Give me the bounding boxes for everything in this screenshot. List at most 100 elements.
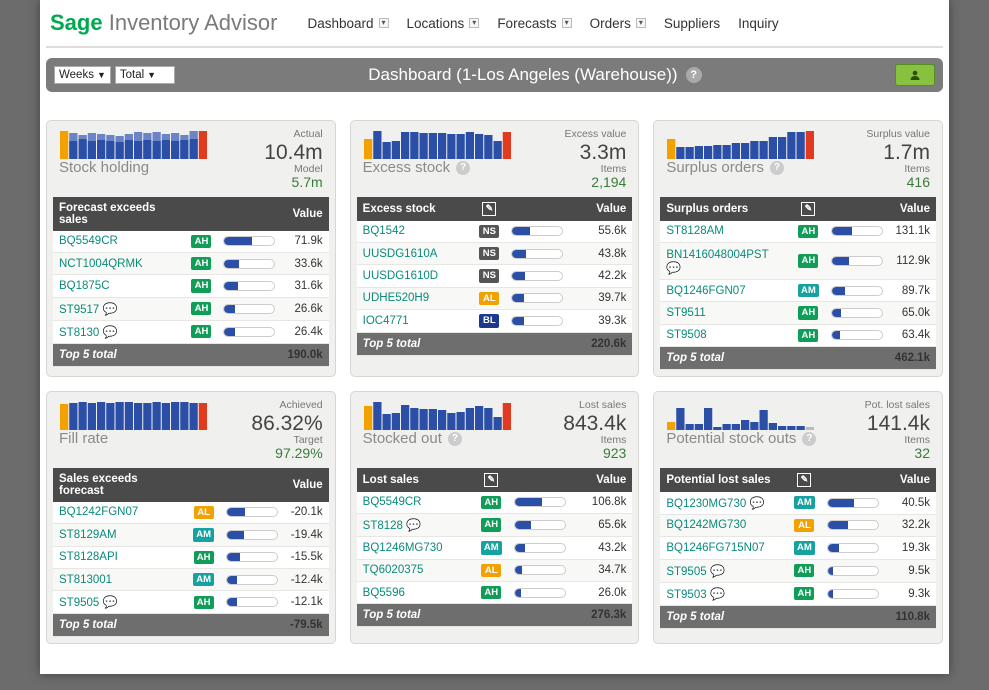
table-row[interactable]: BQ1542NS55.6k <box>357 221 633 243</box>
table-row[interactable]: ST8129AMAM-19.4k <box>53 524 329 546</box>
item-code-link[interactable]: UDHE520H9 <box>363 292 429 304</box>
item-code-link[interactable]: BQ1246FG715N07 <box>666 542 764 554</box>
chat-icon[interactable]: 💬 <box>403 518 421 532</box>
row-value: -15.5k <box>284 546 329 568</box>
card-table: Excess stock✎ValueBQ1542NS55.6kUUSDG1610… <box>357 197 633 356</box>
item-code-link[interactable]: IOC4771 <box>363 315 409 327</box>
nav-inquiry[interactable]: Inquiry <box>738 16 779 31</box>
item-code-link[interactable]: ST9517 <box>59 304 99 316</box>
table-row[interactable]: BQ5596AH26.0k <box>357 581 633 603</box>
help-icon[interactable]: ? <box>770 161 784 175</box>
table-header-value: Value <box>569 197 632 221</box>
table-row[interactable]: BQ1246FGN07AM89.7k <box>660 279 936 301</box>
item-code-link[interactable]: NCT1004QRMK <box>59 258 143 270</box>
period-select[interactable]: Weeks ▼ <box>54 66 111 84</box>
item-code-link[interactable]: UUSDG1610A <box>363 248 438 260</box>
table-row[interactable]: ST8128 💬AH65.6k <box>357 514 633 537</box>
item-code-link[interactable]: BN1416048004PST <box>666 249 768 261</box>
table-row[interactable]: UUSDG1610ANS43.8k <box>357 242 633 264</box>
item-code-link[interactable]: ST9505 <box>59 597 99 609</box>
item-code-link[interactable]: BQ1875C <box>59 280 110 292</box>
table-row[interactable]: ST8128AMAH131.1k <box>660 221 936 243</box>
table-row[interactable]: IOC4771BL39.3k <box>357 310 633 332</box>
item-code-link[interactable]: ST8128AM <box>666 225 724 237</box>
item-code-link[interactable]: BQ1246FGN07 <box>666 285 745 297</box>
item-code-link[interactable]: ST813001 <box>59 574 112 586</box>
scope-select[interactable]: Total ▼ <box>115 66 175 84</box>
help-icon[interactable]: ? <box>802 432 816 446</box>
chat-icon[interactable]: 💬 <box>746 496 764 510</box>
table-header-edit[interactable]: ✎ <box>792 197 825 221</box>
chat-icon[interactable]: 💬 <box>707 587 725 601</box>
table-row[interactable]: UDHE520H9AL39.7k <box>357 287 633 309</box>
value-bar <box>223 304 275 314</box>
nav-orders[interactable]: Orders▾ <box>590 16 646 31</box>
table-header-edit[interactable]: ✎ <box>473 197 505 221</box>
table-row[interactable]: BQ1230MG730 💬AM40.5k <box>660 492 936 515</box>
table-row[interactable]: BQ1246MG730AM43.2k <box>357 537 633 559</box>
table-row[interactable]: BQ1875CAH31.6k <box>53 275 329 297</box>
chat-icon[interactable]: 💬 <box>666 261 681 275</box>
topbar: Sage Inventory Advisor Dashboard▾Locatio… <box>46 0 943 48</box>
help-icon[interactable]: ? <box>456 161 470 175</box>
user-button[interactable] <box>895 64 935 86</box>
help-icon[interactable]: ? <box>448 432 462 446</box>
table-row[interactable]: ST9508AH63.4k <box>660 324 936 346</box>
card-metrics: Achieved86.32%Target97.29% <box>233 400 323 462</box>
table-row[interactable]: UUSDG1610DNS42.2k <box>357 265 633 287</box>
table-row[interactable]: ST9505 💬AH9.5k <box>660 559 936 582</box>
table-header-edit[interactable]: ✎ <box>475 468 508 492</box>
status-badge: AH <box>481 518 501 531</box>
nav-forecasts[interactable]: Forecasts▾ <box>497 16 571 31</box>
table-row[interactable]: ST9503 💬AH9.3k <box>660 582 936 605</box>
item-code-link[interactable]: ST8130 <box>59 327 99 339</box>
table-row[interactable]: ST9517 💬AH26.6k <box>53 297 329 320</box>
item-code-link[interactable]: BQ1230MG730 <box>666 498 746 510</box>
table-footer-label: Top 5 total <box>660 347 888 370</box>
chat-icon[interactable]: 💬 <box>99 302 117 316</box>
item-code-link[interactable]: ST9503 <box>666 589 706 601</box>
item-code-link[interactable]: BQ1542 <box>363 225 405 237</box>
item-code-link[interactable]: BQ1242FGN07 <box>59 506 138 518</box>
item-code-link[interactable]: BQ1242MG730 <box>666 519 746 531</box>
table-row[interactable]: ST8128APIAH-15.5k <box>53 546 329 568</box>
nav-item-label: Orders <box>590 16 631 31</box>
chat-icon[interactable]: 💬 <box>707 564 725 578</box>
table-row[interactable]: BN1416048004PST 💬AH112.9k <box>660 242 936 279</box>
table-footer-value: 462.1k <box>889 347 936 370</box>
table-row[interactable]: BQ1246FG715N07AM19.3k <box>660 537 936 559</box>
table-row[interactable]: NCT1004QRMKAH33.6k <box>53 252 329 274</box>
table-row[interactable]: ST9505 💬AH-12.1k <box>53 591 329 614</box>
item-code-link[interactable]: ST8128 <box>363 520 403 532</box>
table-row[interactable]: ST9511AH65.0k <box>660 302 936 324</box>
nav-suppliers[interactable]: Suppliers <box>664 16 720 31</box>
item-code-link[interactable]: ST8129AM <box>59 529 117 541</box>
item-code-link[interactable]: ST8128API <box>59 551 118 563</box>
item-code-link[interactable]: ST9511 <box>666 307 705 319</box>
table-row[interactable]: BQ5549CRAH71.9k <box>53 231 329 253</box>
nav-dashboard[interactable]: Dashboard▾ <box>307 16 388 31</box>
table-header-edit[interactable]: ✎ <box>788 468 821 492</box>
item-code-link[interactable]: BQ5549CR <box>363 496 422 508</box>
table-row[interactable]: BQ1242MG730AL32.2k <box>660 514 936 536</box>
metric-label-1: Excess value <box>536 129 626 141</box>
chat-icon[interactable]: 💬 <box>99 325 117 339</box>
nav-locations[interactable]: Locations▾ <box>407 16 480 31</box>
item-code-link[interactable]: ST9505 <box>666 566 706 578</box>
row-value: 33.6k <box>281 252 328 274</box>
item-code-link[interactable]: BQ5596 <box>363 587 405 599</box>
table-row[interactable]: ST813001AM-12.4k <box>53 568 329 590</box>
status-badge: AM <box>794 541 815 554</box>
help-icon[interactable]: ? <box>686 67 702 83</box>
item-code-link[interactable]: BQ1246MG730 <box>363 542 443 554</box>
value-bar <box>514 520 566 530</box>
item-code-link[interactable]: ST9508 <box>666 329 706 341</box>
chat-icon[interactable]: 💬 <box>99 595 117 609</box>
table-row[interactable]: ST8130 💬AH26.4k <box>53 320 329 343</box>
table-row[interactable]: TQ6020375AL34.7k <box>357 559 633 581</box>
item-code-link[interactable]: UUSDG1610D <box>363 270 438 282</box>
table-row[interactable]: BQ5549CRAH106.8k <box>357 492 633 514</box>
item-code-link[interactable]: TQ6020375 <box>363 564 424 576</box>
table-row[interactable]: BQ1242FGN07AL-20.1k <box>53 502 329 524</box>
item-code-link[interactable]: BQ5549CR <box>59 235 118 247</box>
